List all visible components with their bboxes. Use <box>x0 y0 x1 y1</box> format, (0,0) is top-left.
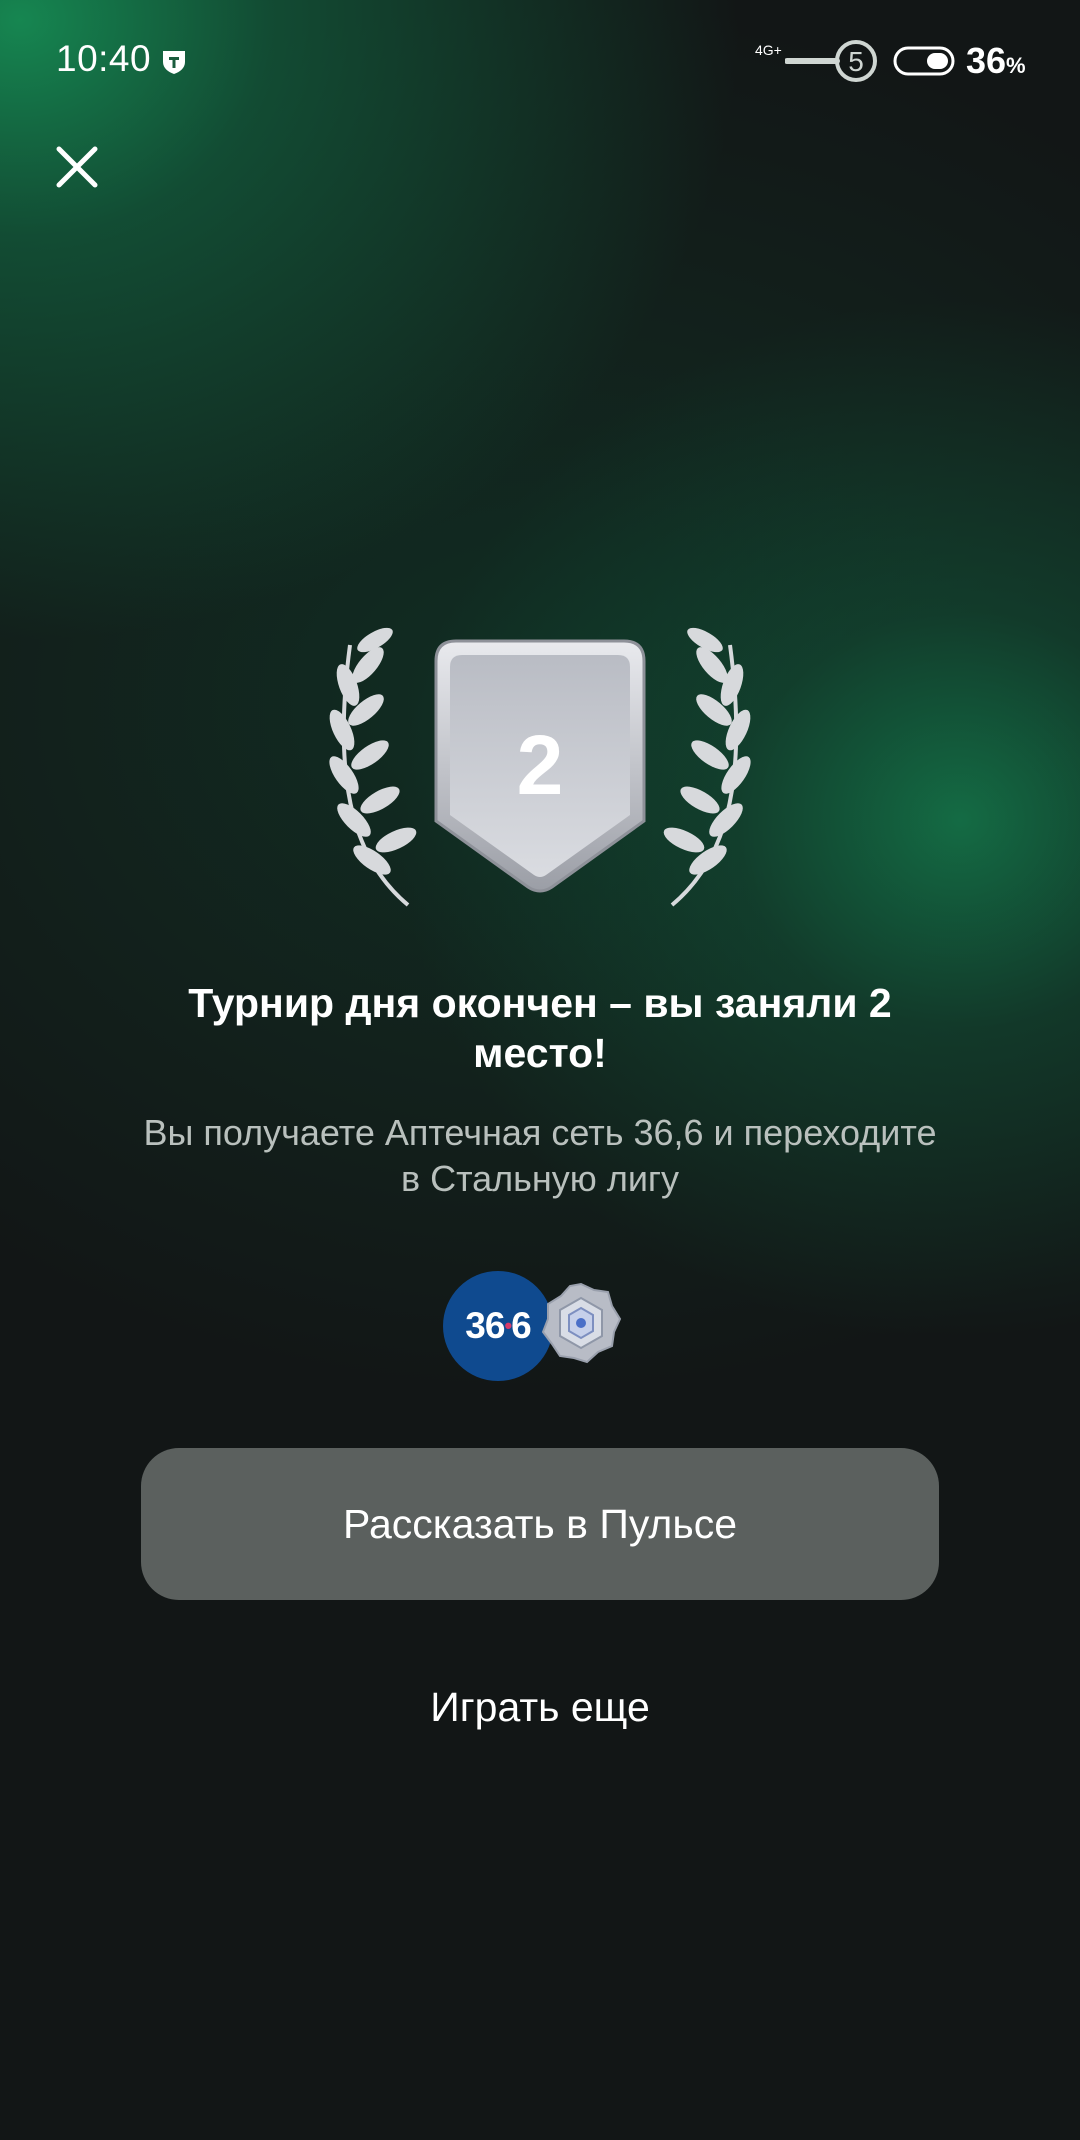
play-again-button[interactable]: Играть еще <box>340 1670 740 1744</box>
steel-league-icon <box>541 1282 622 1364</box>
battery-icon <box>893 46 955 76</box>
place-number: 2 <box>516 718 564 812</box>
badge-text-left: 36 <box>465 1305 505 1346</box>
badge-text-right: 6 <box>511 1305 532 1346</box>
close-button[interactable] <box>46 136 108 198</box>
result-title: Турнир дня окончен – вы заняли 2 место! <box>188 980 892 1076</box>
share-in-pulse-button[interactable]: Рассказать в Пульсе <box>141 1448 939 1600</box>
network-type: 4G+ <box>755 42 782 58</box>
signal-icon: 5 <box>785 40 877 82</box>
sim-number: 5 <box>848 46 864 77</box>
battery-percent: 36% <box>966 40 1026 82</box>
status-bar: 10:40 4G+ 5 36% <box>0 0 1080 120</box>
tele2-icon <box>163 51 185 74</box>
battery-value: 36 <box>966 40 1007 81</box>
badge-dot: • <box>504 1313 512 1338</box>
pharmacy-reward-badge: 36 • 6 <box>443 1271 553 1381</box>
status-time: 10:40 <box>56 38 152 79</box>
result-subtitle: Вы получаете Аптечная сеть 36,6 и перехо… <box>143 1112 937 1199</box>
close-icon <box>56 146 98 188</box>
battery-unit: % <box>1006 53 1026 78</box>
